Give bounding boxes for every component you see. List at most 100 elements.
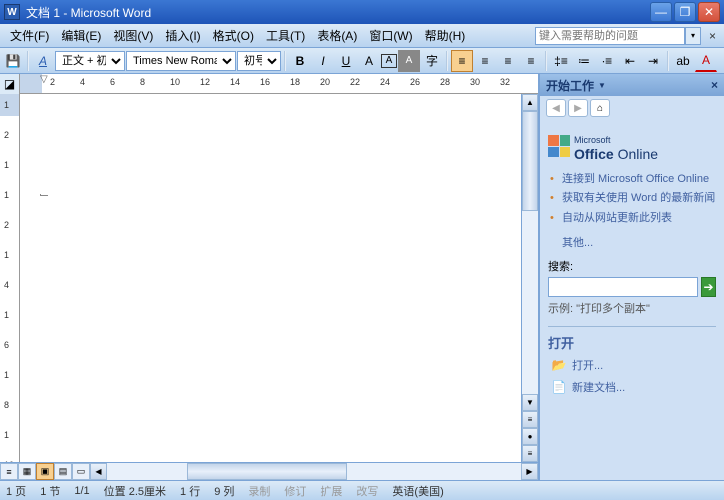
menu-insert[interactable]: 插入(I)	[159, 25, 206, 46]
link-other[interactable]: 其他...	[548, 234, 716, 250]
underline-button[interactable]: U	[335, 50, 357, 72]
ruler-tick: 1	[4, 190, 9, 200]
menu-view[interactable]: 视图(V)	[107, 25, 159, 46]
scroll-down-button[interactable]: ▼	[522, 394, 538, 411]
outline-button[interactable]: A	[358, 50, 380, 72]
horizontal-scrollbar[interactable]: ◀ ▶	[90, 463, 538, 480]
formatting-toolbar: 💾 A 正文 + 初号 Times New Roman 初号 B I U A A…	[0, 48, 724, 74]
vertical-scrollbar[interactable]: ▲ ▼ ≡ ● ≡	[521, 94, 538, 462]
status-rec[interactable]: 录制	[248, 483, 270, 499]
ruler-tick: 24	[380, 77, 390, 87]
ruler-tick: 18	[290, 77, 300, 87]
scroll-up-button[interactable]: ▲	[522, 94, 538, 111]
horizontal-ruler[interactable]: ▽ 2468101214161820222426283032	[20, 74, 538, 93]
char-border-button[interactable]: A	[381, 54, 397, 68]
link-auto-update[interactable]: 自动从网站更新此列表	[548, 209, 716, 228]
ruler-tick: 6	[110, 77, 115, 87]
vertical-ruler[interactable]: 12112141618110	[0, 94, 20, 462]
font-select[interactable]: Times New Roman	[126, 51, 236, 71]
status-language[interactable]: 英语(美国)	[392, 483, 443, 499]
italic-button[interactable]: I	[312, 50, 334, 72]
line-spacing-button[interactable]: ‡≡	[550, 50, 572, 72]
open-section-title: 打开	[548, 331, 716, 354]
minimize-button[interactable]: —	[650, 2, 672, 22]
style-select[interactable]: 正文 + 初号	[55, 51, 125, 71]
bold-button[interactable]: B	[289, 50, 311, 72]
align-center-button[interactable]: ≡	[497, 50, 519, 72]
status-rev[interactable]: 修订	[284, 483, 306, 499]
print-view-button[interactable]: ▣	[36, 463, 54, 480]
ruler-tick: 4	[80, 77, 85, 87]
menu-window[interactable]: 窗口(W)	[363, 25, 418, 46]
text-cursor	[40, 194, 48, 196]
ruler-tick: 30	[470, 77, 480, 87]
close-button[interactable]: ✕	[698, 2, 720, 22]
task-pane-back[interactable]: ◀	[546, 99, 566, 117]
ruler-tick: 2	[50, 77, 55, 87]
task-search-input[interactable]	[548, 277, 698, 297]
task-pane-title: 开始工作	[546, 77, 594, 94]
highlight-button[interactable]: ab	[672, 50, 694, 72]
menu-file[interactable]: 文件(F)	[4, 25, 55, 46]
ruler-tick: 10	[4, 460, 14, 462]
next-page-button[interactable]: ≡	[522, 445, 538, 462]
menu-format[interactable]: 格式(O)	[207, 25, 260, 46]
prev-page-button[interactable]: ≡	[522, 411, 538, 428]
reading-view-button[interactable]: ▭	[72, 463, 90, 480]
help-search-input[interactable]	[535, 27, 685, 45]
link-word-news[interactable]: 获取有关使用 Word 的最新新闻	[548, 189, 716, 208]
status-ovr[interactable]: 改写	[356, 483, 378, 499]
status-line: 1 行	[180, 483, 200, 499]
task-search-go[interactable]: ➔	[701, 277, 716, 297]
open-file-link[interactable]: 📂 打开...	[548, 354, 716, 376]
font-color-button[interactable]: A	[695, 50, 717, 72]
task-pane-close[interactable]: ×	[711, 78, 718, 92]
help-search-dropdown[interactable]: ▾	[685, 27, 701, 45]
normal-view-button[interactable]: ≡	[0, 463, 18, 480]
outline-view-button[interactable]: ▤	[54, 463, 72, 480]
menu-tools[interactable]: 工具(T)	[260, 25, 311, 46]
new-doc-icon: 📄	[552, 380, 566, 394]
bullets-button[interactable]: ∙≡	[596, 50, 618, 72]
status-ext[interactable]: 扩展	[320, 483, 342, 499]
align-justify-button[interactable]: ≡	[451, 50, 473, 72]
ruler-tick: 1	[4, 430, 9, 440]
web-view-button[interactable]: ▦	[18, 463, 36, 480]
ruler-tick: 22	[350, 77, 360, 87]
menu-edit[interactable]: 编辑(E)	[55, 25, 107, 46]
ruler-tick: 1	[4, 100, 9, 110]
task-pane-forward[interactable]: ▶	[568, 99, 588, 117]
task-pane-home[interactable]: ⌂	[590, 99, 610, 117]
ruler-tick: 1	[4, 250, 9, 260]
styles-formatting-button[interactable]: A	[32, 50, 54, 72]
window-title: 文档 1 - Microsoft Word	[26, 4, 650, 21]
align-right-button[interactable]: ≡	[520, 50, 542, 72]
numbering-button[interactable]: ≔	[573, 50, 595, 72]
doc-close-button[interactable]: ×	[705, 29, 720, 43]
menu-help[interactable]: 帮助(H)	[419, 25, 472, 46]
font-size-select[interactable]: 初号	[237, 51, 281, 71]
new-document-link[interactable]: 📄 新建文档...	[548, 376, 716, 398]
ruler-tick: 10	[170, 77, 180, 87]
ruler-tick: 32	[500, 77, 510, 87]
hscroll-thumb[interactable]	[187, 463, 347, 480]
scroll-thumb[interactable]	[522, 111, 538, 211]
save-button[interactable]: 💾	[2, 50, 24, 72]
align-left-button[interactable]: ≡	[474, 50, 496, 72]
maximize-button[interactable]: ❐	[674, 2, 696, 22]
scroll-left-button[interactable]: ◀	[90, 463, 107, 480]
status-column: 9 列	[214, 483, 234, 499]
char-shading-button[interactable]: A	[398, 50, 420, 72]
ruler-tick: 1	[4, 310, 9, 320]
ruler-tick: 28	[440, 77, 450, 87]
link-connect-office[interactable]: 连接到 Microsoft Office Online	[548, 170, 716, 189]
browse-object-button[interactable]: ●	[522, 428, 538, 445]
scroll-right-button[interactable]: ▶	[521, 463, 538, 480]
document-page[interactable]	[20, 94, 521, 462]
increase-indent-button[interactable]: ⇥	[642, 50, 664, 72]
phonetic-button[interactable]: 字	[421, 50, 443, 72]
menu-table[interactable]: 表格(A)	[311, 25, 363, 46]
ruler-tick: 20	[320, 77, 330, 87]
decrease-indent-button[interactable]: ⇤	[619, 50, 641, 72]
task-pane-dropdown[interactable]: ▼	[598, 81, 606, 90]
